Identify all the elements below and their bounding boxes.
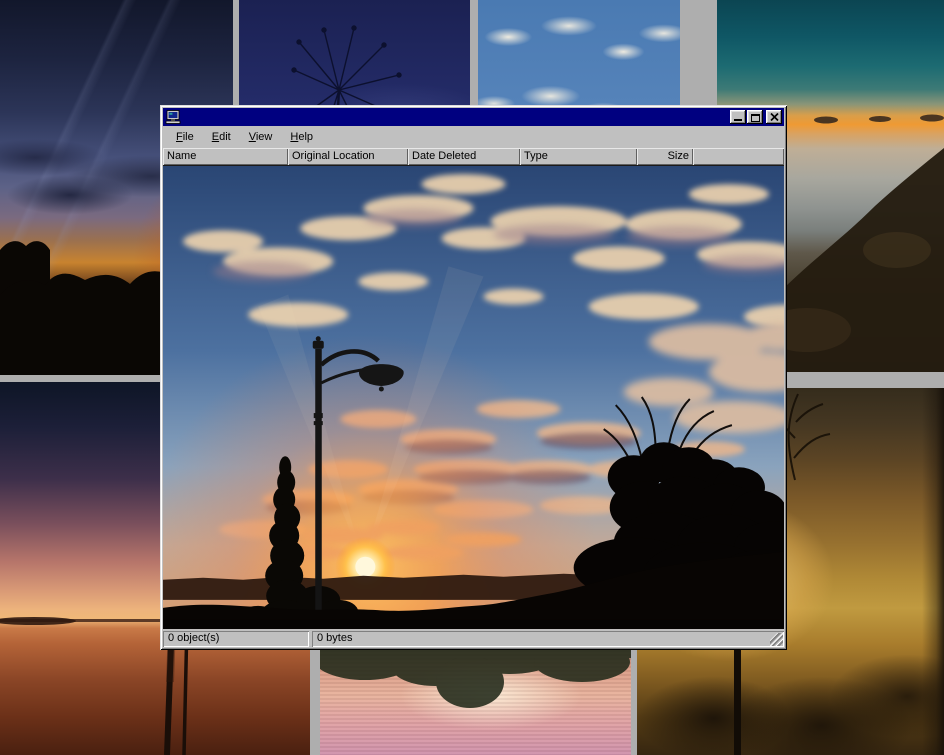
close-icon <box>770 113 779 121</box>
menu-bar: File Edit View Help <box>163 126 784 148</box>
menu-view[interactable]: View <box>242 129 280 145</box>
computer-icon <box>165 110 181 124</box>
file-list-area[interactable] <box>163 166 784 629</box>
status-size: 0 bytes <box>312 631 784 647</box>
status-object-count-text: 0 object(s) <box>168 632 219 644</box>
titlebar[interactable] <box>163 108 784 126</box>
column-header-name[interactable]: Name <box>163 148 288 165</box>
column-header-spacer <box>693 148 784 165</box>
desktop: { "colors": { "titlebar": "#000080", "wi… <box>0 0 944 755</box>
menu-edit[interactable]: Edit <box>205 129 238 145</box>
menu-help[interactable]: Help <box>283 129 320 145</box>
window-controls <box>729 110 782 124</box>
status-bar: 0 object(s) 0 bytes <box>163 629 784 647</box>
status-size-text: 0 bytes <box>317 632 352 644</box>
column-header-row: Name Original Location Date Deleted Type… <box>163 148 784 166</box>
column-header-size[interactable]: Size <box>637 148 693 165</box>
close-button[interactable] <box>766 110 782 124</box>
column-header-date-deleted[interactable]: Date Deleted <box>408 148 520 165</box>
menu-file[interactable]: File <box>169 129 201 145</box>
minimize-button[interactable] <box>730 110 746 124</box>
maximize-button[interactable] <box>747 110 763 124</box>
recycle-bin-window: File Edit View Help Name Original Locati… <box>160 105 787 650</box>
sunset-lamp-photo <box>163 166 784 629</box>
column-header-type[interactable]: Type <box>520 148 637 165</box>
column-header-original-location[interactable]: Original Location <box>288 148 408 165</box>
resize-grip[interactable] <box>770 633 783 646</box>
status-object-count: 0 object(s) <box>163 631 309 647</box>
maximize-icon <box>751 114 760 122</box>
app-icon[interactable] <box>165 110 181 124</box>
minimize-icon <box>734 119 742 121</box>
